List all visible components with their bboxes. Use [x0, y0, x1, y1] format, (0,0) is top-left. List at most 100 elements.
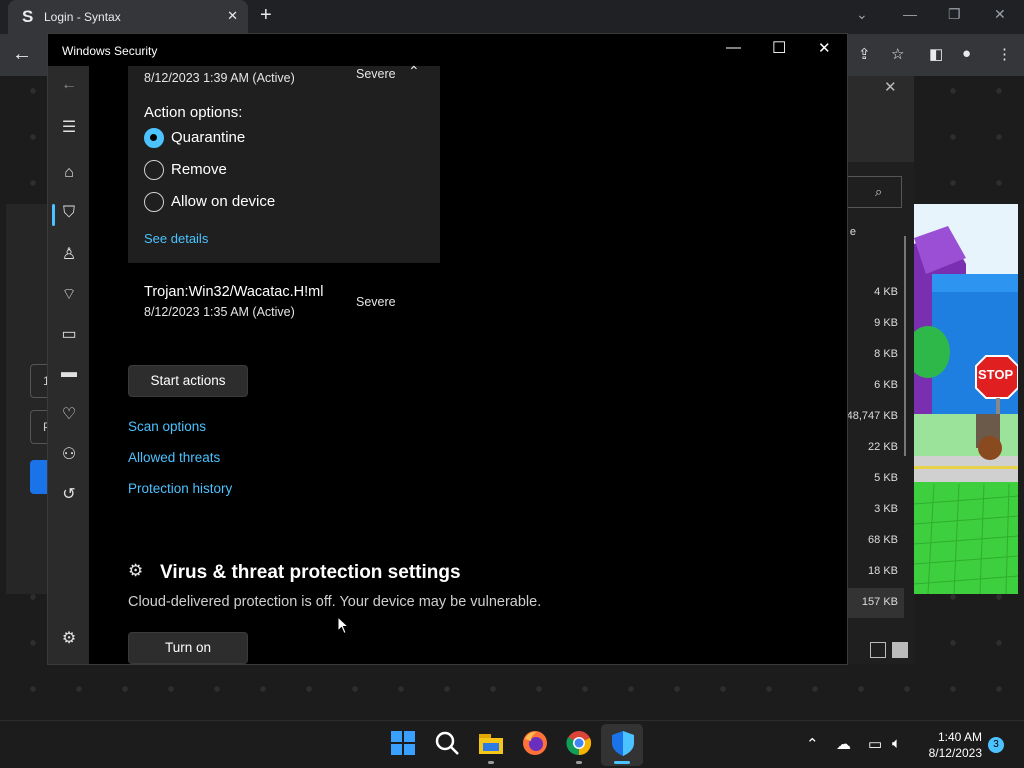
gear-shield-icon: ⚙: [128, 561, 144, 580]
file-size-cell: 157 KB: [861, 596, 898, 608]
clock-date[interactable]: 8/12/2023: [920, 746, 982, 760]
clock-time[interactable]: 1:40 AM: [930, 730, 982, 744]
file-size-cell: 5 KB: [874, 472, 898, 484]
browser-minimize-icon[interactable]: —: [903, 6, 917, 22]
window-titlebar[interactable]: Windows Security — ☐ ✕: [48, 34, 848, 66]
radio-label: Quarantine: [171, 129, 246, 146]
threat-severity: Severe: [356, 295, 396, 309]
profile-icon[interactable]: ●: [962, 45, 971, 62]
network-icon[interactable]: ▭: [868, 735, 882, 753]
home-icon[interactable]: ⌂: [59, 164, 79, 182]
scan-options-link[interactable]: Scan options: [128, 419, 206, 434]
settings-icon[interactable]: ⚙: [59, 628, 79, 648]
radio-label: Allow on device: [171, 193, 276, 210]
file-size-cell: 6 KB: [874, 379, 898, 391]
radio-button[interactable]: [144, 192, 164, 212]
browser-close-icon[interactable]: ✕: [994, 6, 1006, 23]
browser-restore-icon[interactable]: ❐: [948, 6, 961, 23]
account-icon[interactable]: ♙: [59, 244, 79, 264]
star-icon[interactable]: ☆: [891, 45, 904, 63]
windows-security-window: Windows Security — ☐ ✕ ← ☰ ⌂ ⛉ ♙ ⌔ ▭ ▬ ♡…: [47, 33, 848, 665]
turn-on-button[interactable]: Turn on: [128, 632, 248, 664]
tab-close-icon[interactable]: ✕: [227, 8, 238, 24]
file-size-cell: 22 KB: [868, 441, 898, 453]
menu-icon[interactable]: ⋮: [997, 45, 1012, 63]
navigation-sidebar: ← ☰ ⌂ ⛉ ♙ ⌔ ▭ ▬ ♡ ⚇ ↺ ⚙: [48, 66, 89, 664]
show-hidden-icons-icon[interactable]: ⌃: [806, 735, 819, 753]
tiles-view-icon[interactable]: [892, 642, 908, 658]
file-size-cell: 4 KB: [874, 286, 898, 298]
chevron-up-icon[interactable]: ⌃: [408, 63, 420, 80]
threat-card-expanded: 8/12/2023 1:39 AM (Active) Severe ⌃ Acti…: [128, 63, 440, 263]
hamburger-icon[interactable]: ☰: [59, 117, 79, 137]
protection-history-link[interactable]: Protection history: [128, 481, 232, 496]
window-title: Windows Security: [62, 44, 158, 58]
see-details-link[interactable]: See details: [144, 231, 208, 246]
share-icon[interactable]: ⇪: [858, 45, 871, 63]
active-nav-indicator: [52, 204, 55, 226]
file-explorer-icon[interactable]: [477, 729, 505, 757]
file-size-cell: 68 KB: [868, 534, 898, 546]
active-app-indicator: [614, 761, 630, 764]
firefox-icon[interactable]: [521, 729, 549, 757]
details-view-icon[interactable]: [870, 642, 886, 658]
radio-button-checked[interactable]: [144, 128, 164, 148]
maximize-icon[interactable]: ☐: [772, 38, 786, 58]
search-icon: ⌕: [875, 184, 883, 199]
start-actions-button[interactable]: Start actions: [128, 365, 248, 397]
file-size-cell: 18 KB: [868, 565, 898, 577]
device-security-icon[interactable]: ▬: [59, 364, 79, 382]
explorer-command-bar: [848, 110, 914, 162]
network-icon[interactable]: ⌔: [59, 284, 79, 304]
threat-date: 8/12/2023 1:35 AM (Active): [144, 305, 295, 319]
explorer-search-box[interactable]: ⌕: [848, 176, 902, 208]
health-icon[interactable]: ♡: [59, 404, 79, 424]
sidebar-icon[interactable]: ◧: [929, 45, 943, 63]
action-options-label: Action options:: [144, 104, 243, 121]
game-screenshot: STOP: [914, 204, 1018, 594]
notification-badge[interactable]: 3: [988, 737, 1004, 753]
taskbar: ⌃ ☁ ▭ 🔈︎ 1:40 AM 8/12/2023 3: [0, 720, 1024, 768]
chrome-icon[interactable]: [565, 729, 593, 757]
threat-date: 8/12/2023 1:39 AM (Active): [144, 71, 295, 85]
radio-button[interactable]: [144, 160, 164, 180]
tab-search-icon[interactable]: ⌄: [856, 6, 868, 23]
explorer-header: ✕: [848, 76, 914, 110]
new-tab-button[interactable]: +: [260, 4, 272, 27]
close-icon[interactable]: ✕: [818, 39, 831, 57]
volume-icon[interactable]: 🔈︎: [892, 735, 901, 752]
search-icon[interactable]: [433, 729, 461, 757]
browser-tab-bar: S Login - Syntax ✕ + ⌄ — ❐ ✕: [0, 0, 1024, 34]
minimize-icon[interactable]: —: [726, 39, 741, 56]
windows-start-icon[interactable]: [389, 729, 417, 757]
file-explorer-window: ✕ ⌕ e 4 KB 9 KB 8 KB 6 KB 48,747 KB 22 KB 5 KB…: [846, 76, 914, 664]
app-browser-icon[interactable]: ▭: [59, 324, 79, 344]
file-size-cell: 48,747 KB: [846, 410, 898, 422]
mouse-cursor-icon: [338, 617, 350, 635]
shield-icon[interactable]: ⛉: [59, 204, 79, 222]
threat-name: Trojan:Win32/Wacatac.H!ml: [144, 284, 324, 300]
allowed-threats-link[interactable]: Allowed threats: [128, 450, 220, 465]
radio-label: Remove: [171, 161, 227, 178]
file-size-cell: 3 KB: [874, 503, 898, 515]
running-indicator: [576, 761, 582, 764]
explorer-scrollbar[interactable]: [904, 236, 906, 456]
file-size-cell: 9 KB: [874, 317, 898, 329]
history-icon[interactable]: ↺: [59, 484, 79, 504]
explorer-close-icon[interactable]: ✕: [884, 78, 897, 96]
browser-back-icon[interactable]: ←: [12, 43, 32, 66]
column-header-partial: e: [849, 226, 856, 238]
tab-title: Login - Syntax: [44, 10, 121, 24]
game-scene-graphic: [914, 204, 1018, 594]
windows-security-icon[interactable]: [609, 729, 637, 757]
running-indicator: [488, 761, 494, 764]
back-icon[interactable]: ←: [59, 76, 79, 94]
settings-section-description: Cloud-delivered protection is off. Your …: [128, 594, 542, 610]
syntax-favicon-icon: S: [22, 7, 34, 26]
family-icon[interactable]: ⚇: [59, 444, 79, 464]
threat-severity: Severe: [356, 67, 396, 81]
stop-sign-text: STOP: [978, 367, 1014, 382]
browser-tab[interactable]: S Login - Syntax ✕: [8, 0, 248, 34]
onedrive-icon[interactable]: ☁: [836, 735, 851, 753]
settings-section-title: Virus & threat protection settings: [160, 562, 461, 583]
